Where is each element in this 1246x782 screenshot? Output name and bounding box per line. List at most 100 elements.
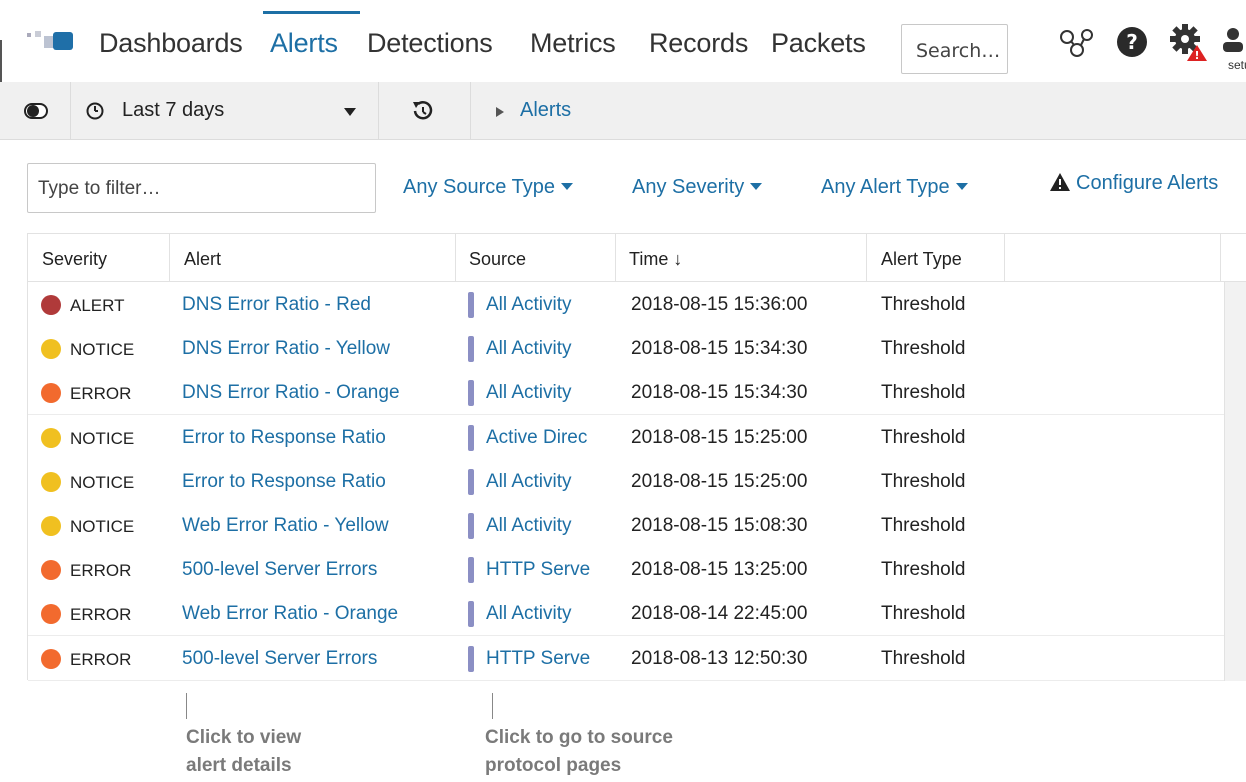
column-header-time[interactable]: Time ↓: [629, 249, 682, 270]
severity-dot-icon: [41, 471, 61, 492]
alert-time: 2018-08-15 15:34:30: [631, 338, 808, 360]
top-navigation: Dashboards Alerts Detections Metrics Rec…: [0, 0, 1246, 100]
app-logo-icon[interactable]: [22, 26, 82, 66]
annotation-source-pages: Click to go to source protocol pages: [485, 727, 673, 776]
active-tab-indicator: [263, 11, 360, 14]
source-color-bar: [468, 601, 474, 628]
help-icon[interactable]: ?: [1116, 26, 1148, 58]
filter-input[interactable]: Type to filter…: [27, 163, 376, 213]
severity-dot-icon: [41, 383, 61, 404]
network-map-icon[interactable]: [1058, 28, 1094, 58]
source-link[interactable]: All Activity: [486, 515, 604, 537]
severity-value: ERROR: [70, 384, 132, 404]
alert-name-link[interactable]: Error to Response Ratio: [182, 471, 386, 493]
source-type-dropdown[interactable]: Any Source Type: [403, 176, 573, 199]
source-color-bar: [468, 513, 474, 539]
table-row[interactable]: NOTICE Web Error Ratio - Yellow All Activi…: [28, 503, 1224, 548]
severity-value: ALERT: [70, 296, 125, 315]
nav-records[interactable]: Records: [649, 28, 748, 59]
source-link[interactable]: All Activity: [486, 471, 604, 493]
search-input[interactable]: Search…: [901, 24, 1008, 74]
severity-dot-icon: [41, 604, 61, 625]
severity-value: ERROR: [70, 649, 132, 669]
settings-gear-icon[interactable]: !: [1168, 22, 1208, 62]
alert-name-link[interactable]: DNS Error Ratio - Red: [182, 294, 371, 316]
breadcrumb-alerts[interactable]: Alerts: [520, 99, 571, 122]
table-scrollbar[interactable]: [1224, 282, 1246, 681]
table-row[interactable]: ERROR 500-level Server Errors HTTP Serve 20…: [28, 547, 1224, 593]
source-color-bar: [468, 380, 474, 407]
table-row[interactable]: ALERT DNS Error Ratio - Red All Activity 20…: [28, 282, 1224, 327]
alert-type-value: Threshold: [881, 515, 966, 536]
alert-name-link[interactable]: Error to Response Ratio: [182, 427, 386, 449]
alert-name-link[interactable]: 500-level Server Errors: [182, 648, 377, 670]
alert-type-label: Any Alert Type: [821, 176, 950, 198]
table-row[interactable]: NOTICE Error to Response Ratio Active Dire…: [28, 414, 1224, 460]
column-header-alert[interactable]: Alert: [184, 249, 221, 270]
alert-name-link[interactable]: Web Error Ratio - Yellow: [182, 515, 389, 537]
nav-metrics[interactable]: Metrics: [530, 28, 616, 59]
severity-dropdown[interactable]: Any Severity: [632, 176, 763, 199]
user-avatar-icon[interactable]: [1220, 26, 1246, 56]
configure-alerts-label: Configure Alerts: [1076, 172, 1219, 194]
chevron-right-icon: [496, 107, 504, 117]
column-divider: [1004, 234, 1005, 282]
table-row[interactable]: ERROR DNS Error Ratio - Orange All Activit…: [28, 370, 1224, 416]
alert-name-link[interactable]: DNS Error Ratio - Orange: [182, 382, 400, 404]
source-color-bar: [468, 645, 474, 672]
svg-text:!: !: [1194, 49, 1199, 62]
caret-down-icon: [955, 183, 968, 190]
source-link[interactable]: HTTP Serve: [486, 559, 604, 581]
alert-time: 2018-08-15 15:08:30: [631, 515, 808, 536]
caret-down-icon: [750, 183, 763, 190]
table-row[interactable]: ERROR Web Error Ratio - Orange All Activit…: [28, 591, 1224, 637]
table-row[interactable]: NOTICE Error to Response Ratio All Activit…: [28, 458, 1224, 504]
alert-name-link[interactable]: DNS Error Ratio - Yellow: [182, 338, 390, 360]
alert-name-link[interactable]: 500-level Server Errors: [182, 559, 377, 581]
source-color-bar: [468, 468, 474, 495]
column-header-alert-type[interactable]: Alert Type: [881, 249, 962, 270]
column-header-severity[interactable]: Severity: [42, 249, 107, 270]
alerts-table: Severity Alert Source Time ↓ Alert Type …: [27, 233, 1246, 681]
severity-label: Any Severity: [632, 176, 745, 198]
alert-time: 2018-08-15 15:34:30: [631, 382, 808, 404]
table-row[interactable]: ERROR 500-level Server Errors HTTP Serve 20…: [28, 635, 1224, 681]
nav-dashboards[interactable]: Dashboards: [99, 28, 243, 59]
configure-alerts-link[interactable]: Configure Alerts: [1050, 172, 1218, 195]
source-color-bar: [468, 424, 474, 451]
alert-name-link[interactable]: Web Error Ratio - Orange: [182, 603, 398, 625]
column-header-source[interactable]: Source: [469, 249, 526, 270]
severity-value: NOTICE: [70, 340, 135, 360]
nav-packets[interactable]: Packets: [771, 28, 866, 59]
source-link[interactable]: All Activity: [486, 603, 604, 625]
source-link[interactable]: All Activity: [486, 294, 604, 316]
nav-alerts[interactable]: Alerts: [270, 28, 338, 59]
alert-type-value: Threshold: [881, 294, 966, 315]
table-header: Severity Alert Source Time ↓ Alert Type: [28, 234, 1246, 282]
severity-value: NOTICE: [70, 517, 135, 536]
alert-time: 2018-08-15 15:25:00: [631, 426, 808, 448]
history-icon[interactable]: [410, 99, 434, 123]
severity-dot-icon: [41, 339, 61, 360]
source-link[interactable]: All Activity: [486, 382, 604, 404]
user-label[interactable]: setu: [1228, 58, 1246, 72]
alert-type-dropdown[interactable]: Any Alert Type: [821, 176, 968, 199]
time-range-selector[interactable]: Last 7 days: [122, 99, 224, 122]
alert-time: 2018-08-15 15:25:00: [631, 470, 808, 492]
toolbar-divider: [378, 82, 379, 140]
table-row[interactable]: NOTICE DNS Error Ratio - Yellow All Activi…: [28, 326, 1224, 372]
alert-type-value: Threshold: [881, 382, 966, 404]
severity-value: ERROR: [70, 561, 132, 581]
toolbar: Last 7 days Alerts: [0, 82, 1246, 140]
column-divider: [1220, 234, 1221, 282]
source-link[interactable]: Active Direc: [486, 427, 604, 449]
alert-type-value: Threshold: [881, 470, 966, 492]
nav-detections[interactable]: Detections: [367, 28, 493, 59]
source-link[interactable]: All Activity: [486, 338, 604, 360]
caret-down-icon: [560, 183, 573, 190]
source-color-bar: [468, 557, 474, 584]
chevron-down-icon[interactable]: [344, 108, 356, 116]
source-link[interactable]: HTTP Serve: [486, 648, 604, 670]
severity-value: ERROR: [70, 605, 132, 625]
toggle-icon[interactable]: [24, 103, 48, 119]
